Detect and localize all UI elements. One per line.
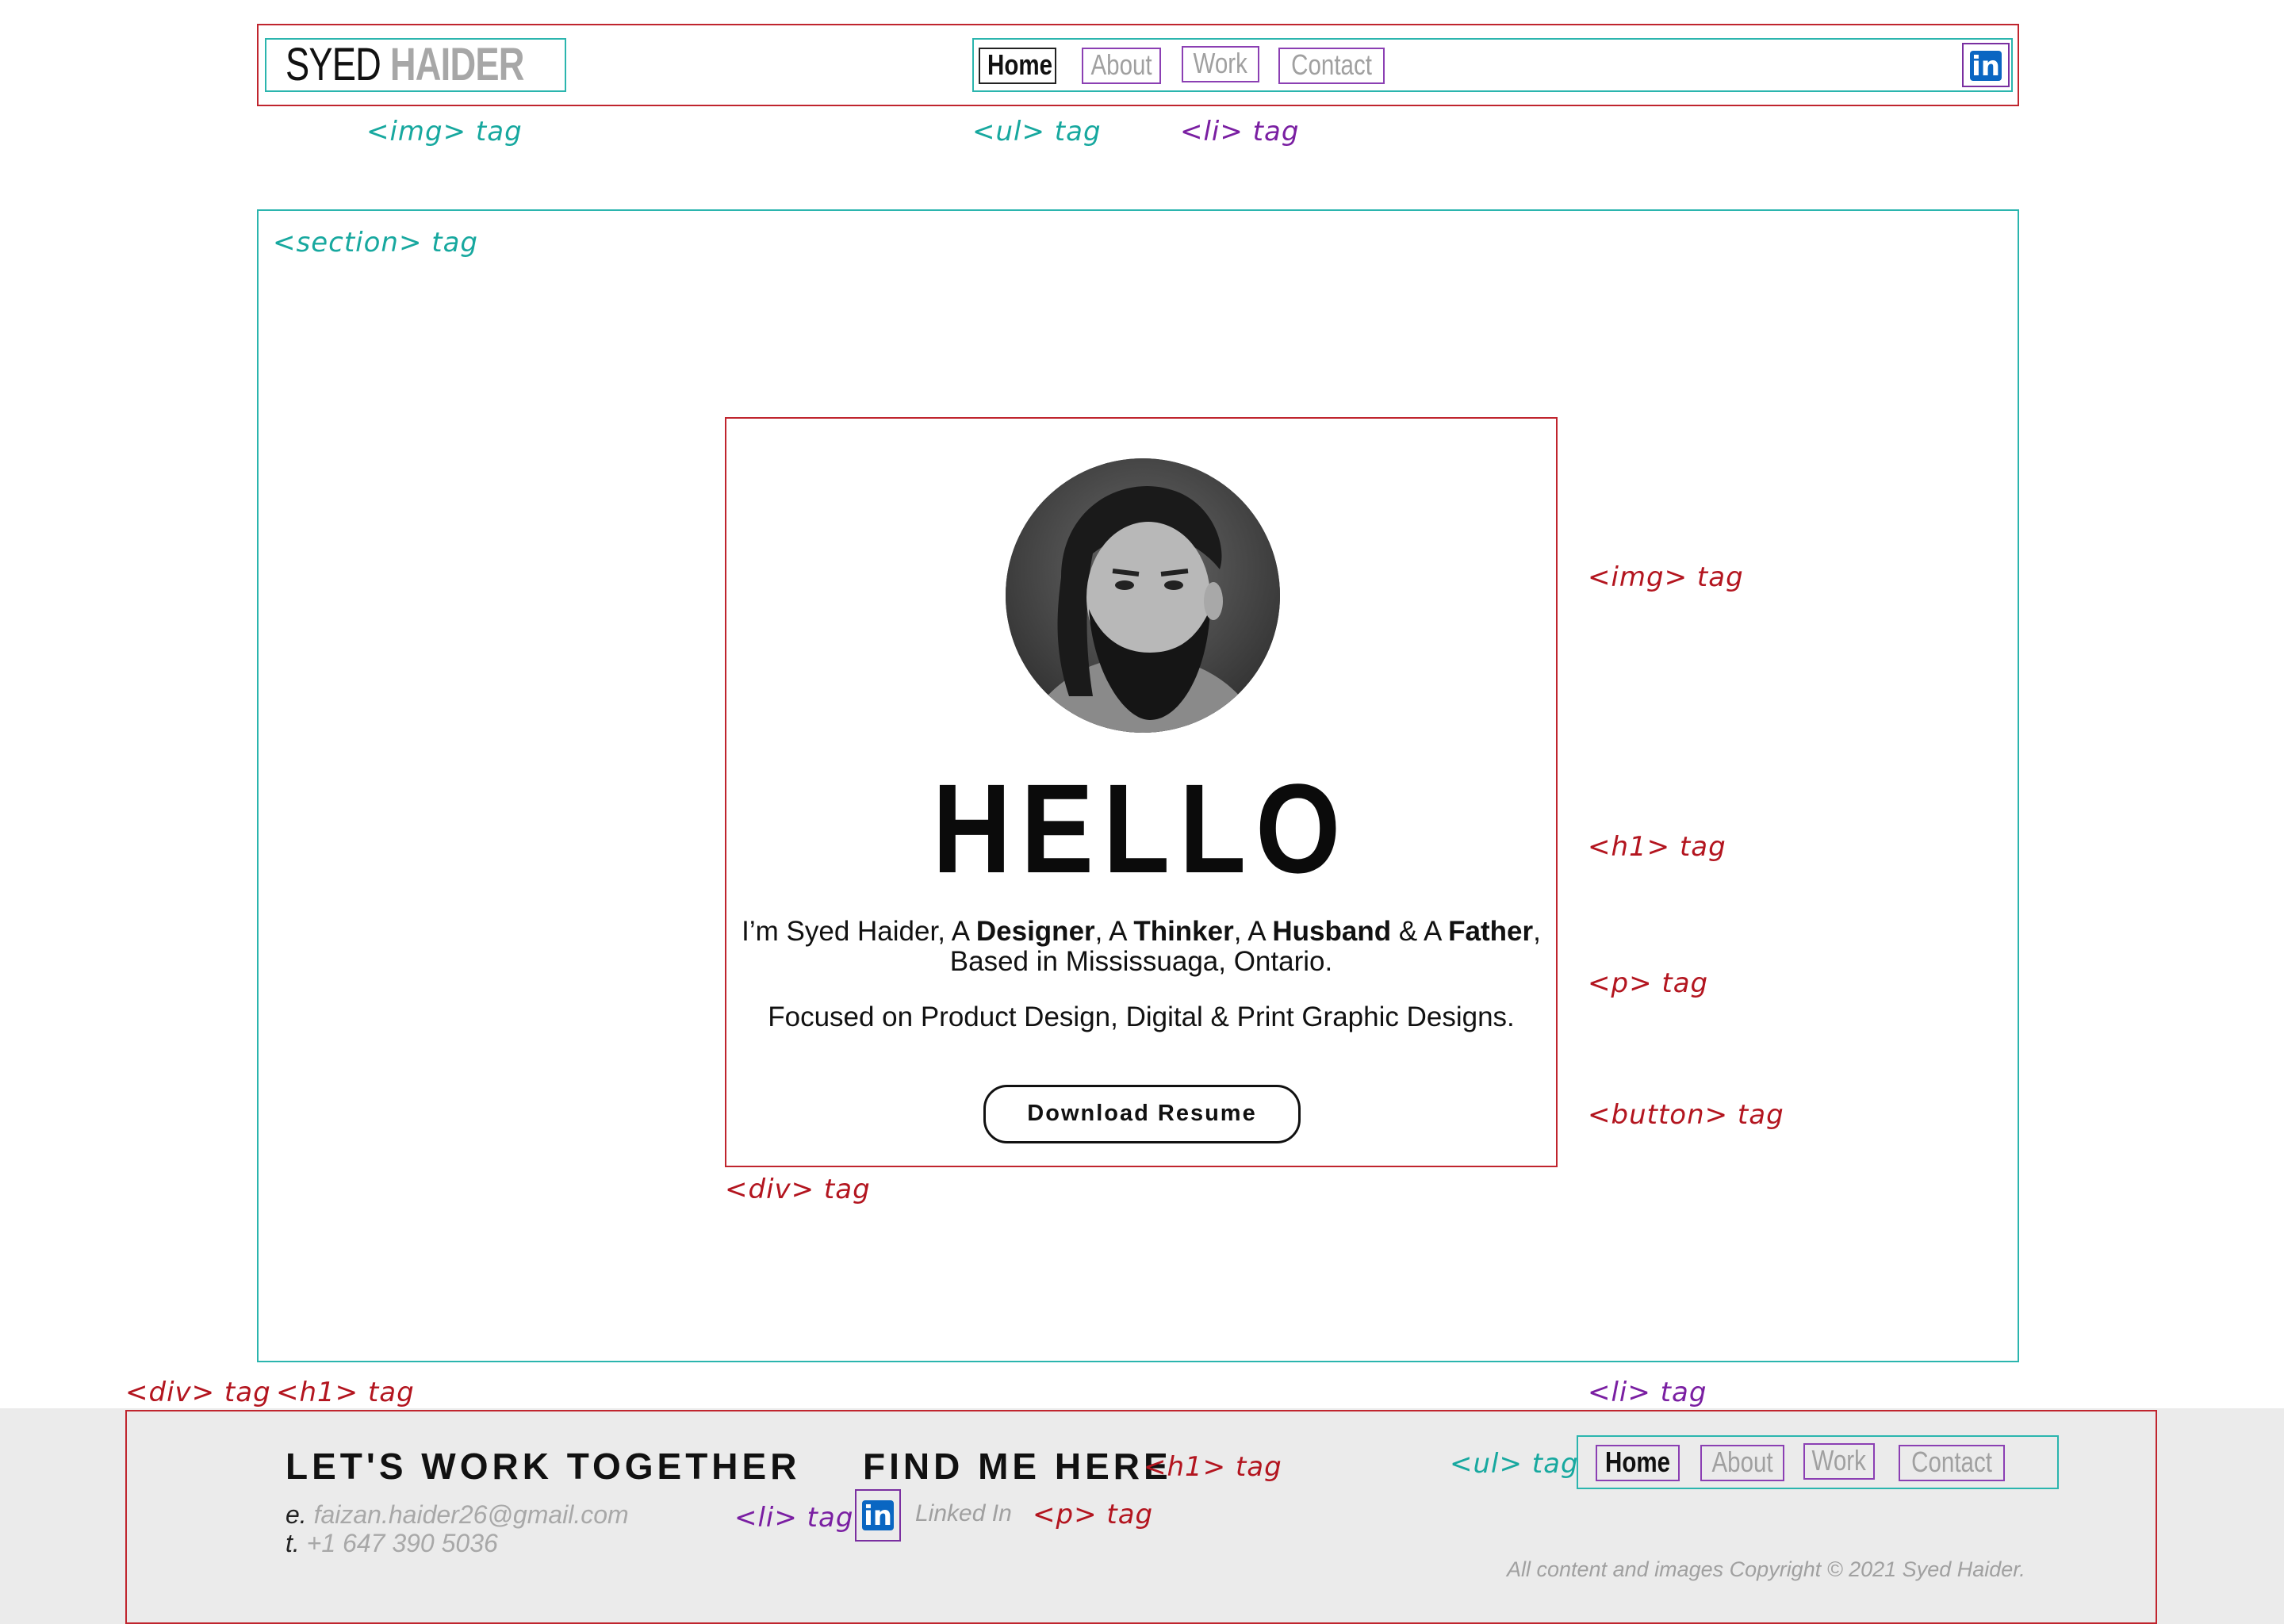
email-value: faizan.haider26@gmail.com [313, 1500, 629, 1529]
footer-heading-find: FIND ME HERE [863, 1446, 1172, 1487]
annotation-div-footer: <div> tag [125, 1377, 271, 1408]
annotation-h1-footer: <h1> tag [276, 1377, 415, 1408]
footer-nav-about[interactable]: About [1700, 1445, 1784, 1481]
hero-title: HELLO [932, 757, 1351, 899]
footer-email[interactable]: e. faizan.haider26@gmail.com [286, 1500, 629, 1529]
hero-intro: I’m Syed Haider, A Designer, A Thinker, … [741, 917, 1542, 977]
footer-heading-work: LET'S WORK TOGETHER [286, 1446, 801, 1487]
annotation-div-card: <div> tag [725, 1174, 871, 1205]
intro-father: Father [1448, 916, 1534, 947]
annotation-p-footer: <p> tag [1033, 1499, 1154, 1530]
intro-thinker: Thinker [1133, 916, 1234, 947]
intro-sep-4: , [1533, 916, 1541, 947]
phone-key: t. [286, 1529, 300, 1557]
annotation-li-top: <li> tag [1180, 116, 1300, 147]
annotation-p-right: <p> tag [1588, 967, 1709, 999]
nav-home[interactable]: Home [979, 48, 1056, 84]
annotation-li-footer-right: <li> tag [1588, 1377, 1707, 1408]
nav-work-label: Work [1193, 47, 1248, 79]
intro-husband: Husband [1272, 916, 1392, 947]
nav-contact-label: Contact [1291, 48, 1372, 81]
annotation-button-right: <button> tag [1588, 1099, 1784, 1131]
intro-location: Based in Mississuaga, Ontario. [949, 946, 1333, 977]
linkedin-icon: in [1970, 51, 2002, 82]
intro-sep-2: , A [1233, 916, 1273, 947]
annotation-img-top: <img> tag [366, 116, 523, 147]
annotation-img-right: <img> tag [1588, 561, 1744, 593]
profile-photo-svg [1006, 458, 1280, 733]
footer-nav-work[interactable]: Work [1803, 1443, 1875, 1480]
footer-nav-home-label: Home [1604, 1446, 1671, 1478]
footer-linkedin-label[interactable]: Linked In [915, 1500, 1012, 1527]
footer-nav-about-label: About [1711, 1446, 1773, 1478]
nav-about[interactable]: About [1082, 48, 1161, 84]
footer-nav-contact[interactable]: Contact [1899, 1445, 2005, 1481]
email-key: e. [286, 1500, 307, 1529]
annotation-h1-right: <h1> tag [1588, 831, 1726, 863]
footer-linkedin-item[interactable]: in [855, 1489, 901, 1542]
profile-photo [1006, 458, 1280, 733]
nav-linkedin-item[interactable]: in [1962, 43, 2010, 87]
nav-home-label: Home [987, 48, 1053, 81]
intro-sep-3: & A [1391, 916, 1449, 947]
nav-work[interactable]: Work [1182, 46, 1259, 82]
nav-about-label: About [1090, 48, 1152, 81]
phone-value: +1 647 390 5036 [306, 1529, 498, 1557]
annotation-ul-footer: <ul> tag [1450, 1448, 1579, 1480]
annotation-h1-find: <h1> tag [1144, 1451, 1282, 1483]
annotation-li-footer-icon: <li> tag [734, 1502, 854, 1534]
download-resume-button[interactable]: Download Resume [983, 1085, 1301, 1143]
intro-sep-1: , A [1094, 916, 1134, 947]
nav-contact[interactable]: Contact [1278, 48, 1385, 84]
logo-light-text: SYED [286, 39, 381, 90]
footer-nav-contact-label: Contact [1911, 1446, 1992, 1478]
annotation-section: <section> tag [273, 227, 478, 259]
annotation-ul-top: <ul> tag [972, 116, 1102, 147]
footer-phone[interactable]: t. +1 647 390 5036 [286, 1529, 498, 1557]
footer-linkedin-icon: in [862, 1500, 894, 1532]
intro-designer: Designer [975, 916, 1095, 947]
footer-nav-work-label: Work [1811, 1444, 1867, 1477]
footer-copyright: All content and images Copyright © 2021 … [1507, 1557, 2025, 1581]
footer-nav-home[interactable]: Home [1596, 1445, 1680, 1481]
logo-bold-text: HAIDER [389, 39, 525, 90]
intro-text-1: I’m Syed Haider, A [742, 916, 976, 947]
logo[interactable]: SYED HAIDER [265, 38, 566, 92]
hero-focus: Focused on Product Design, Digital & Pri… [768, 1002, 1515, 1032]
